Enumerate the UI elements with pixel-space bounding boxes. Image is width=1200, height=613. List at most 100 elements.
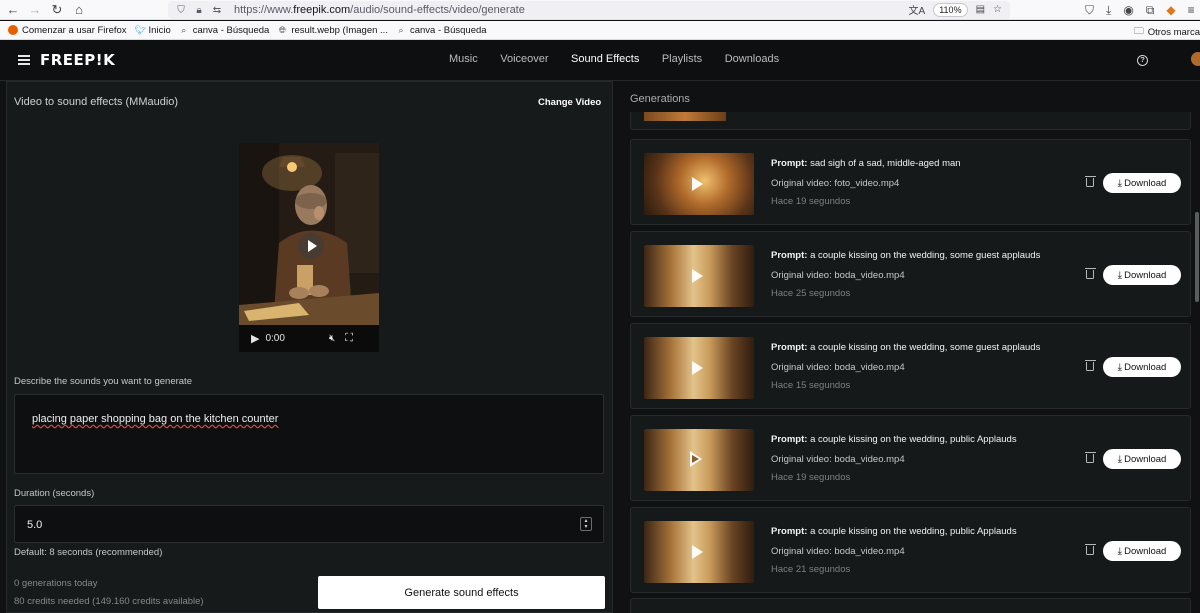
- video-thumbnail[interactable]: [644, 153, 754, 215]
- duration-stepper[interactable]: ▴ ▾: [580, 517, 592, 531]
- other-bookmarks[interactable]: 🗀︎ Otros marca: [1134, 24, 1200, 40]
- original-video: Original video: boda_video.mp4: [771, 454, 905, 465]
- download-icon: ⤓: [1117, 545, 1123, 557]
- pocket-icon[interactable]: ⛉: [1085, 3, 1094, 18]
- menu-icon[interactable]: ≡: [1188, 3, 1195, 17]
- generation-card: Prompt: a couple kissing on the wedding,…: [630, 415, 1191, 501]
- duration-default: Default: 8 seconds (recommended): [14, 547, 163, 558]
- search-icon: ⌕: [181, 25, 187, 35]
- shield-icon[interactable]: ⛉: [174, 5, 188, 16]
- nav-sound-effects[interactable]: Sound Effects: [571, 53, 639, 65]
- bookmark-canva-2[interactable]: ⌕ canva - Búsqueda: [396, 25, 486, 36]
- help-icon[interactable]: ?: [1137, 55, 1148, 66]
- address-bar[interactable]: ⛉ 🔒︎ ⇆ https://www.freepik.com/audio/sou…: [168, 1, 1010, 19]
- generations-count: 0 generations today: [14, 578, 98, 589]
- download-button[interactable]: ⤓ Download: [1103, 357, 1181, 377]
- metamask-icon[interactable]: ◆: [1166, 3, 1175, 17]
- trash-icon[interactable]: [1084, 359, 1096, 371]
- play-icon[interactable]: [692, 269, 703, 283]
- video-thumbnail[interactable]: [644, 112, 726, 121]
- folder-icon: 🗀︎: [1134, 26, 1144, 37]
- translate-icon[interactable]: 文A: [909, 2, 926, 17]
- duration-value[interactable]: 5.0: [27, 519, 42, 531]
- generations-title: Generations: [630, 93, 690, 105]
- video-thumbnail[interactable]: [644, 521, 754, 583]
- nav-playlists[interactable]: Playlists: [662, 53, 702, 65]
- prompt-textarea[interactable]: placing paper shopping bag on the kitche…: [14, 394, 604, 474]
- generation-prompt: Prompt: a couple kissing on the wedding,…: [771, 250, 1041, 261]
- downloads-icon[interactable]: ⤓: [1106, 3, 1111, 18]
- download-icon: ⤓: [1117, 453, 1123, 465]
- reader-icon[interactable]: ▤: [976, 4, 985, 15]
- duration-field[interactable]: 5.0 ▴ ▾: [14, 505, 604, 543]
- video-time: 0:00: [265, 333, 285, 344]
- bookmarks-bar: Comenzar a usar Firefox 🐦︎ Inicio ⌕ canva …: [0, 21, 1200, 40]
- scrollbar-track[interactable]: [1193, 81, 1200, 613]
- download-button[interactable]: ⤓ Download: [1103, 541, 1181, 561]
- generation-card: Prompt: a couple kissing on the wedding,…: [630, 231, 1191, 317]
- download-button[interactable]: ⤓ Download: [1103, 265, 1181, 285]
- generation-time: Hace 21 segundos: [771, 564, 851, 575]
- play-icon[interactable]: [692, 545, 703, 559]
- avatar[interactable]: [1191, 52, 1200, 66]
- permissions-icon[interactable]: ⇆: [210, 5, 224, 16]
- generation-time: Hace 25 segundos: [771, 288, 851, 299]
- original-video: Original video: boda_video.mp4: [771, 270, 905, 281]
- nav-downloads[interactable]: Downloads: [725, 53, 779, 65]
- bookmark-canva-1[interactable]: ⌕ canva - Búsqueda: [179, 25, 269, 36]
- home-icon[interactable]: ⌂: [68, 0, 90, 20]
- fullscreen-icon[interactable]: ⛶: [345, 332, 353, 345]
- nav-music[interactable]: Music: [449, 53, 478, 65]
- generation-time: Hace 19 segundos: [771, 196, 851, 207]
- video-player[interactable]: ▶ 0:00 🔇︎ ⛶: [239, 143, 379, 352]
- nav-voiceover[interactable]: Voiceover: [500, 53, 548, 65]
- bookmark-firefox[interactable]: Comenzar a usar Firefox: [8, 25, 127, 36]
- trash-icon[interactable]: [1084, 267, 1096, 279]
- play-icon[interactable]: [692, 361, 703, 375]
- generation-card: Prompt: a couple kissing on the wedding,…: [630, 323, 1191, 409]
- download-icon: ⤓: [1117, 177, 1123, 189]
- download-button[interactable]: ⤓ Download: [1103, 173, 1181, 193]
- firefox-icon: [8, 25, 18, 35]
- prompt-text[interactable]: placing paper shopping bag on the kitche…: [32, 413, 278, 425]
- original-video: Original video: boda_video.mp4: [771, 546, 905, 557]
- bookmark-result[interactable]: 🌐︎ result.webp (Imagen ...: [277, 25, 388, 36]
- change-video-button[interactable]: Change Video: [538, 97, 601, 108]
- freepik-logo[interactable]: FREEP!K: [40, 51, 115, 69]
- video-thumbnail[interactable]: [644, 337, 754, 399]
- original-video: Original video: boda_video.mp4: [771, 362, 905, 373]
- star-icon[interactable]: ☆: [993, 4, 1002, 15]
- credits-info: 80 credits needed (149.160 credits avail…: [14, 596, 204, 607]
- reload-icon[interactable]: ↻: [46, 0, 68, 20]
- play-overlay-icon[interactable]: [298, 233, 324, 259]
- zoom-level[interactable]: 110%: [933, 2, 968, 17]
- scrollbar-thumb[interactable]: [1195, 212, 1199, 302]
- extensions-icon[interactable]: ⧉: [1146, 3, 1155, 18]
- video-thumbnail[interactable]: [644, 245, 754, 307]
- generate-button[interactable]: Generate sound effects: [318, 576, 605, 609]
- trash-icon[interactable]: [1084, 543, 1096, 555]
- back-icon[interactable]: ←: [2, 0, 24, 20]
- play-icon[interactable]: [690, 451, 704, 467]
- play-icon[interactable]: ▶: [251, 332, 259, 345]
- generation-prompt: Prompt: a couple kissing on the wedding,…: [771, 342, 1041, 353]
- download-icon: ⤓: [1117, 361, 1123, 373]
- hamburger-menu-icon[interactable]: [18, 55, 30, 65]
- play-icon[interactable]: [692, 177, 703, 191]
- generation-time: Hace 15 segundos: [771, 380, 851, 391]
- generation-prompt: Prompt: sad sigh of a sad, middle-aged m…: [771, 158, 961, 169]
- generation-prompt: Prompt: a couple kissing on the wedding,…: [771, 434, 1017, 445]
- globe-icon: 🌐︎: [278, 25, 286, 35]
- account-icon[interactable]: ◉: [1123, 3, 1133, 17]
- mute-icon[interactable]: 🔇︎: [329, 333, 335, 344]
- download-button[interactable]: ⤓ Download: [1103, 449, 1181, 469]
- video-thumbnail[interactable]: [644, 429, 754, 491]
- url-text[interactable]: https://www.freepik.com/audio/sound-effe…: [234, 4, 525, 16]
- generation-card-partial: [630, 112, 1191, 130]
- bookmark-twitter[interactable]: 🐦︎ Inicio: [135, 25, 171, 36]
- lock-icon[interactable]: 🔒︎: [192, 5, 206, 16]
- trash-icon[interactable]: [1084, 175, 1096, 187]
- forward-icon[interactable]: →: [24, 0, 46, 20]
- panel-title: Video to sound effects (MMaudio): [14, 96, 179, 108]
- trash-icon[interactable]: [1084, 451, 1096, 463]
